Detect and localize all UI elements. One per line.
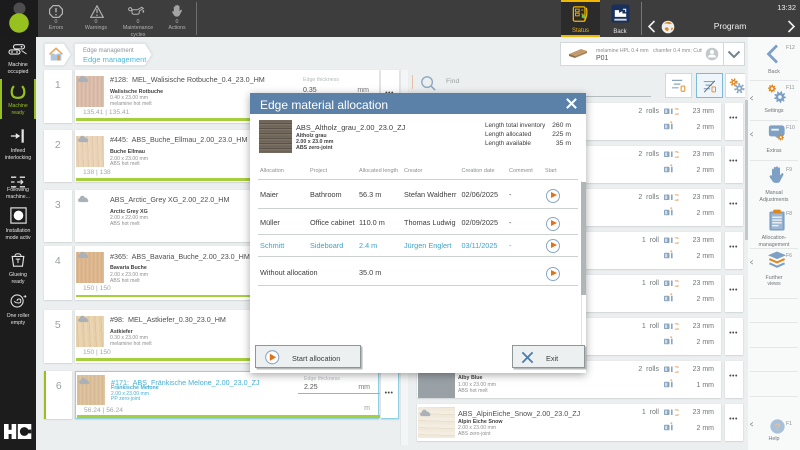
svg-text:?: ? xyxy=(774,422,780,433)
